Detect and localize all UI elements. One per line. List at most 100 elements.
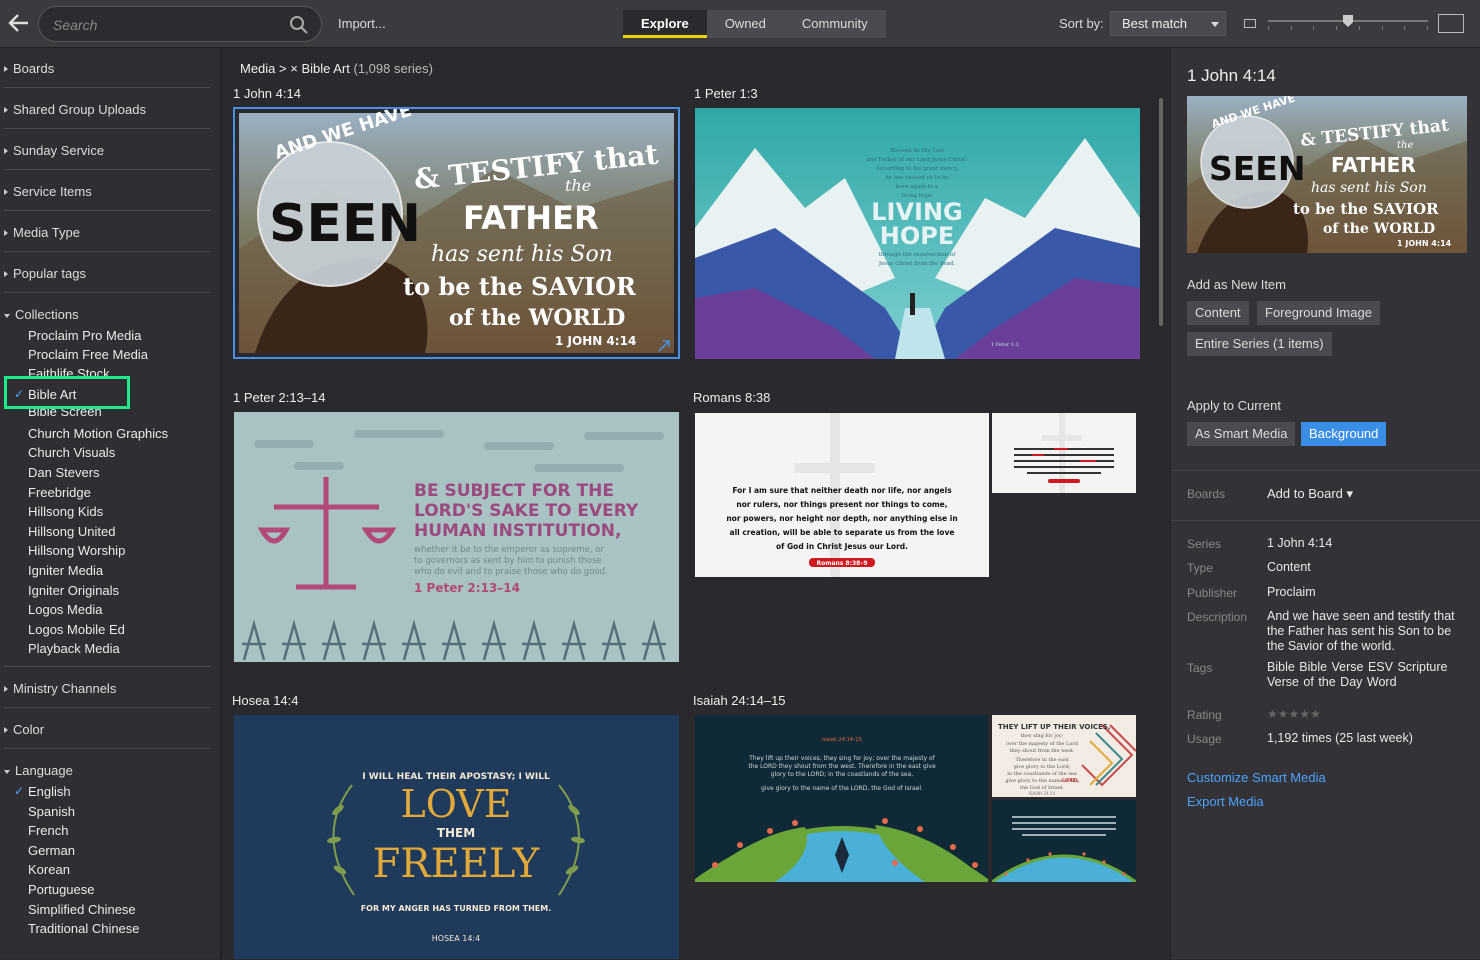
search-input[interactable]: [53, 15, 273, 35]
collection-igniter-media[interactable]: Igniter Media: [28, 563, 103, 578]
media-card[interactable]: I WILL HEAL THEIR APOSTASY; I WILL LOVE …: [234, 715, 679, 959]
collection-hillsong-kids[interactable]: Hillsong Kids: [28, 504, 103, 519]
language-english[interactable]: English: [28, 784, 71, 799]
section-collections[interactable]: Collections: [4, 307, 210, 322]
search-box[interactable]: [38, 6, 322, 42]
artwork-text: FATHER: [463, 199, 599, 237]
language-portuguese[interactable]: Portuguese: [28, 882, 95, 897]
small-thumbnail-icon[interactable]: [1244, 19, 1256, 28]
expand-triangle-icon: [4, 727, 8, 733]
section-language[interactable]: Language: [4, 763, 210, 778]
section-ministry-channels[interactable]: Ministry Channels: [4, 681, 210, 696]
thumbnail-living-hope-artwork: Blessed be the God and Father of our Lor…: [695, 108, 1140, 359]
card-title[interactable]: 1 Peter 2:13–14: [233, 390, 326, 405]
media-card-variant[interactable]: [992, 800, 1136, 882]
artwork-text: who do evil and to praise those who do g…: [414, 567, 608, 577]
artwork-text: SEEN: [1209, 149, 1305, 188]
collection-dan-stevers[interactable]: Dan Stevers: [28, 465, 100, 480]
media-card-variant[interactable]: [992, 413, 1136, 493]
description-value: And we have seen and testify that the Fa…: [1267, 609, 1455, 653]
section-media-type[interactable]: Media Type: [4, 225, 210, 240]
detail-label: Publisher: [1187, 586, 1238, 600]
large-thumbnail-icon[interactable]: [1438, 14, 1464, 33]
apply-smart-media-button[interactable]: As Smart Media: [1187, 422, 1296, 446]
breadcrumb-filter-chip[interactable]: × Bible Art: [290, 61, 350, 76]
add-to-board-dropdown[interactable]: Add to Board ▾: [1267, 486, 1467, 501]
language-german[interactable]: German: [28, 843, 75, 858]
apply-to-current-heading: Apply to Current: [1187, 398, 1281, 413]
thumbnail-seen-artwork: AND WE HAVE SEEN & TESTIFY that the FATH…: [239, 109, 674, 353]
tab-community[interactable]: Community: [784, 10, 886, 38]
card-title[interactable]: Isaiah 24:14–15: [693, 693, 786, 708]
divider: [4, 128, 210, 129]
collection-freebridge[interactable]: Freebridge: [28, 485, 91, 500]
scrollbar-thumb[interactable]: [1159, 98, 1163, 326]
apply-background-button[interactable]: Background: [1301, 422, 1387, 446]
divider: [4, 87, 210, 88]
thumbnail-size-slider[interactable]: [1268, 15, 1428, 30]
tab-owned[interactable]: Owned: [707, 10, 784, 38]
artwork-text: to be the SAVIOR: [403, 272, 637, 301]
section-sunday-service[interactable]: Sunday Service: [4, 143, 210, 158]
language-korean[interactable]: Korean: [28, 862, 70, 877]
detail-label: Rating: [1187, 708, 1222, 722]
section-service-items[interactable]: Service Items: [4, 184, 210, 199]
media-card-selected[interactable]: AND WE HAVE SEEN & TESTIFY that the FATH…: [233, 107, 680, 359]
artwork-text: of the WORLD: [449, 305, 625, 331]
artwork-text: Romans 8:38–9: [816, 560, 867, 567]
sort-dropdown[interactable]: Best match: [1110, 11, 1226, 36]
boards-label: Boards: [1187, 487, 1226, 501]
breadcrumb-root[interactable]: Media >: [240, 61, 287, 76]
add-content-button[interactable]: Content: [1187, 301, 1249, 325]
media-card[interactable]: For I am sure that neither death nor lif…: [695, 413, 989, 577]
collection-playback-media[interactable]: Playback Media: [28, 641, 120, 656]
card-title[interactable]: 1 John 4:14: [233, 86, 301, 101]
search-icon[interactable]: [289, 15, 309, 35]
divider: [4, 210, 210, 211]
collection-church-motion-graphics[interactable]: Church Motion Graphics: [28, 426, 168, 441]
add-new-item-heading: Add as New Item: [1187, 277, 1286, 292]
collection-proclaim-free-media[interactable]: Proclaim Free Media: [28, 347, 148, 362]
section-color[interactable]: Color: [4, 722, 210, 737]
language-traditional-chinese[interactable]: Traditional Chinese: [28, 921, 140, 936]
card-title[interactable]: Hosea 14:4: [232, 693, 299, 708]
divider: [1171, 520, 1480, 521]
section-shared-group-uploads[interactable]: Shared Group Uploads: [4, 102, 210, 117]
export-media-link[interactable]: Export Media: [1187, 794, 1264, 809]
collection-hillsong-worship[interactable]: Hillsong Worship: [28, 543, 125, 558]
media-card[interactable]: BE SUBJECT FOR THE LORD'S SAKE TO EVERY …: [234, 412, 679, 662]
language-simplified-chinese[interactable]: Simplified Chinese: [28, 902, 136, 917]
media-card[interactable]: Isaiah 24:14–15 They lift up their voice…: [695, 715, 988, 882]
section-boards[interactable]: Boards: [4, 61, 210, 76]
usage-value: 1,192 times (25 last week): [1267, 731, 1413, 745]
selection-highlight: [4, 376, 130, 409]
collection-logos-media[interactable]: Logos Media: [28, 602, 102, 617]
expand-triangle-icon: [4, 189, 8, 195]
expand-triangle-icon: [4, 686, 8, 692]
rating-stars[interactable]: ★★★★★: [1267, 707, 1321, 721]
back-arrow-icon[interactable]: [6, 10, 32, 36]
add-foreground-image-button[interactable]: Foreground Image: [1257, 301, 1380, 325]
language-french[interactable]: French: [28, 823, 68, 838]
detail-label: Tags: [1187, 661, 1213, 675]
publisher-value: Proclaim: [1267, 585, 1316, 599]
collection-proclaim-pro-media[interactable]: Proclaim Pro Media: [28, 328, 141, 343]
media-card-variant[interactable]: THEY LIFT UP THEIR VOICES, they sing for…: [992, 715, 1136, 797]
import-button[interactable]: Import...: [338, 16, 386, 31]
tags-value[interactable]: Bible Bible Verse ESV Scripture Verse of…: [1267, 660, 1467, 690]
collection-igniter-originals[interactable]: Igniter Originals: [28, 583, 119, 598]
collection-church-visuals[interactable]: Church Visuals: [28, 445, 115, 460]
add-entire-series-button[interactable]: Entire Series (1 items): [1187, 332, 1332, 356]
collection-hillsong-united[interactable]: Hillsong United: [28, 524, 115, 539]
customize-smart-media-link[interactable]: Customize Smart Media: [1187, 770, 1326, 785]
collection-logos-mobile-ed[interactable]: Logos Mobile Ed: [28, 622, 125, 637]
artwork-text: give glory to the Lord;: [1014, 764, 1071, 770]
artwork-text: ISAIAH 24:14: [1029, 791, 1056, 796]
tab-explore[interactable]: Explore: [623, 10, 707, 38]
media-card[interactable]: Blessed be the God and Father of our Lor…: [695, 108, 1140, 359]
section-popular-tags[interactable]: Popular tags: [4, 266, 210, 281]
expand-triangle-icon: [4, 107, 8, 113]
card-title[interactable]: Romans 8:38: [693, 390, 770, 405]
language-spanish[interactable]: Spanish: [28, 804, 75, 819]
card-title[interactable]: 1 Peter 1:3: [694, 86, 758, 101]
